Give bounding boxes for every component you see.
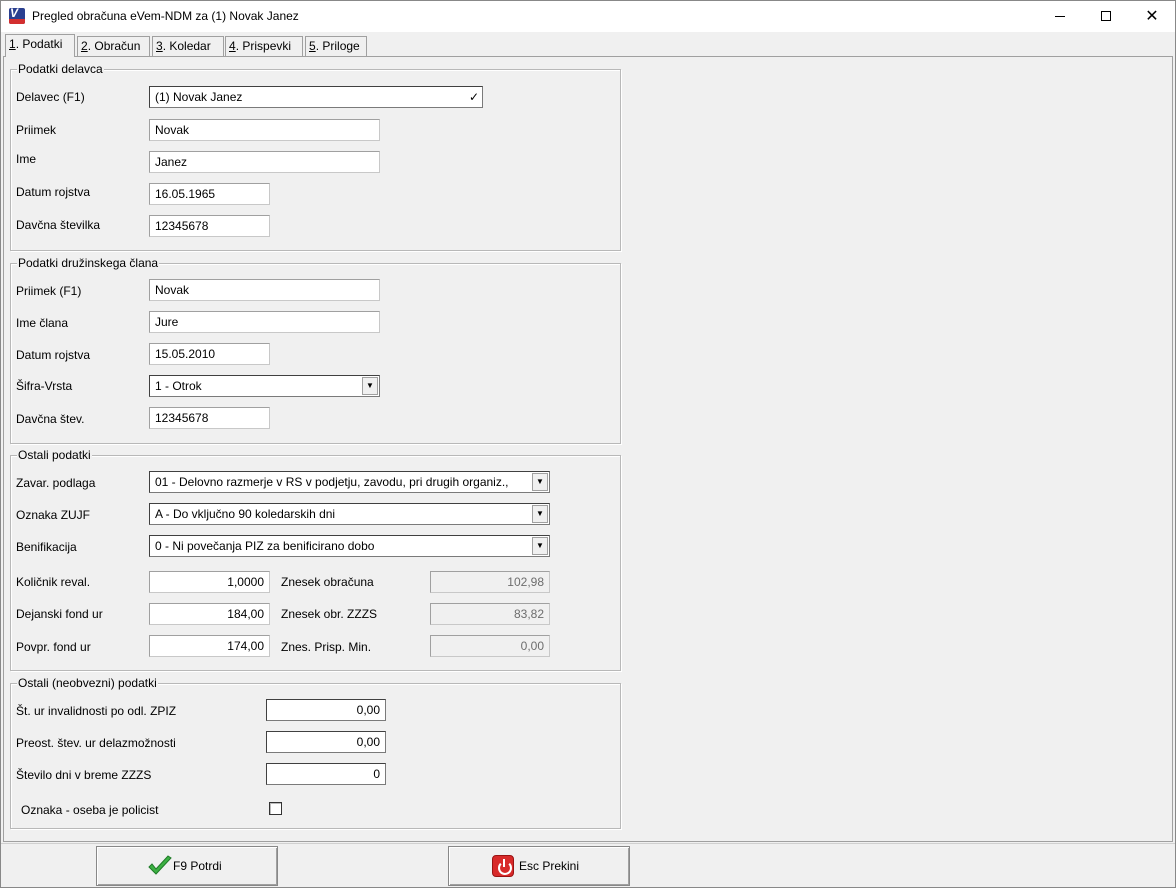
benifikacija-label: Benifikacija: [16, 540, 77, 554]
kolicnik-field[interactable]: 1,0000: [149, 571, 270, 593]
priimek-label: Priimek: [16, 123, 57, 137]
worker-group-title: Podatki delavca: [17, 62, 104, 76]
delavec-value: (1) Novak Janez: [155, 90, 243, 104]
chevron-down-icon[interactable]: ▼: [532, 473, 548, 491]
znesek-zzzs-field: 83,82: [430, 603, 550, 625]
optional-group-title: Ostali (neobvezni) podatki: [17, 676, 158, 690]
davcna-label: Davčna številka: [16, 218, 101, 232]
family-ime-field[interactable]: Jure: [149, 311, 380, 333]
tab-obracun[interactable]: 2. Obračun: [77, 36, 150, 56]
family-davcna-field[interactable]: 12345678: [149, 407, 270, 429]
datum-rojstva-label: Datum rojstva: [16, 185, 91, 199]
family-datum-label: Datum rojstva: [16, 348, 91, 362]
maximize-icon: [1101, 11, 1111, 21]
dejanski-fond-field[interactable]: 184,00: [149, 603, 270, 625]
check-icon[interactable]: ✓: [467, 88, 481, 106]
family-datum-field[interactable]: 15.05.2010: [149, 343, 270, 365]
other-group-title: Ostali podatki: [17, 448, 92, 462]
checkmark-icon: [147, 855, 173, 880]
delavec-label: Delavec (F1): [16, 90, 85, 104]
sifra-vrsta-select[interactable]: 1 - Otrok ▼: [149, 375, 380, 397]
family-ime-label: Ime člana: [16, 316, 69, 330]
window-title: Pregled obračuna eVem-NDM za (1) Novak J…: [32, 9, 299, 23]
znes-prisp-min-field: 0,00: [430, 635, 550, 657]
preost-ure-field[interactable]: 0,00: [266, 731, 386, 753]
ure-invalidnosti-field[interactable]: 0,00: [266, 699, 386, 721]
dejanski-fond-label: Dejanski fond ur: [16, 607, 103, 621]
title-bar: V Pregled obračuna eVem-NDM za (1) Novak…: [1, 1, 1175, 32]
family-group-title: Podatki družinskega člana: [17, 256, 160, 270]
tab-priloge[interactable]: 5. Priloge: [305, 36, 367, 56]
chevron-down-icon[interactable]: ▼: [362, 377, 378, 395]
znesek-obracuna-label: Znesek obračuna: [281, 575, 374, 589]
preost-ure-label: Preost. štev. ur delazmožnosti: [16, 736, 176, 750]
povpr-fond-field[interactable]: 174,00: [149, 635, 270, 657]
confirm-label: F9 Potrdi: [173, 859, 222, 873]
policist-label: Oznaka - oseba je policist: [21, 803, 159, 817]
znesek-obracuna-field: 102,98: [430, 571, 550, 593]
family-priimek-field[interactable]: Novak: [149, 279, 380, 301]
confirm-button[interactable]: F9 Potrdi: [96, 846, 278, 886]
delavec-combobox[interactable]: (1) Novak Janez ✓: [149, 86, 483, 108]
app-window: V Pregled obračuna eVem-NDM za (1) Novak…: [0, 0, 1176, 888]
tab-podatki[interactable]: 1. Podatki: [5, 34, 75, 57]
power-off-icon: [492, 855, 514, 877]
app-icon: V: [9, 8, 25, 24]
close-icon: ✕: [1145, 8, 1159, 25]
kolicnik-label: Količnik reval.: [16, 575, 91, 589]
znes-prisp-min-label: Znes. Prisp. Min.: [281, 640, 372, 654]
zavar-podlaga-label: Zavar. podlaga: [16, 476, 96, 490]
zavar-podlaga-value: 01 - Delovno razmerje v RS v podjetju, z…: [155, 475, 509, 489]
minimize-icon: [1055, 16, 1065, 17]
minimize-button[interactable]: [1037, 1, 1083, 32]
chevron-down-icon[interactable]: ▼: [532, 505, 548, 523]
maximize-button[interactable]: [1083, 1, 1129, 32]
davcna-field[interactable]: 12345678: [149, 215, 270, 237]
oznaka-zujf-select[interactable]: A - Do vključno 90 koledarskih dni ▼: [149, 503, 550, 525]
benifikacija-select[interactable]: 0 - Ni povečanja PIZ za benificirano dob…: [149, 535, 550, 557]
cancel-button[interactable]: Esc Prekini: [448, 846, 630, 886]
sifra-vrsta-label: Šifra-Vrsta: [16, 379, 73, 393]
cancel-label: Esc Prekini: [519, 859, 580, 873]
ure-invalidnosti-label: Št. ur invalidnosti po odl. ZPIZ: [16, 704, 177, 718]
oznaka-zujf-value: A - Do vključno 90 koledarskih dni: [155, 507, 336, 521]
ime-label: Ime: [16, 152, 37, 166]
priimek-field[interactable]: Novak: [149, 119, 380, 141]
benifikacija-value: 0 - Ni povečanja PIZ za benificirano dob…: [155, 539, 375, 553]
sifra-vrsta-value: 1 - Otrok: [155, 379, 202, 393]
tab-koledar[interactable]: 3. Koledar: [152, 36, 224, 56]
oznaka-zujf-label: Oznaka ZUJF: [16, 508, 91, 522]
zavar-podlaga-select[interactable]: 01 - Delovno razmerje v RS v podjetju, z…: [149, 471, 550, 493]
datum-rojstva-field[interactable]: 16.05.1965: [149, 183, 270, 205]
close-button[interactable]: ✕: [1129, 1, 1175, 32]
chevron-down-icon[interactable]: ▼: [532, 537, 548, 555]
dni-zzzs-label: Število dni v breme ZZZS: [16, 768, 152, 782]
povpr-fond-label: Povpr. fond ur: [16, 640, 91, 654]
dni-zzzs-field[interactable]: 0: [266, 763, 386, 785]
family-davcna-label: Davčna štev.: [16, 412, 85, 426]
ime-field[interactable]: Janez: [149, 151, 380, 173]
tab-prispevki[interactable]: 4. Prispevki: [225, 36, 303, 56]
family-priimek-label: Priimek (F1): [16, 284, 82, 298]
znesek-zzzs-label: Znesek obr. ZZZS: [281, 607, 378, 621]
policist-checkbox[interactable]: [269, 802, 282, 815]
